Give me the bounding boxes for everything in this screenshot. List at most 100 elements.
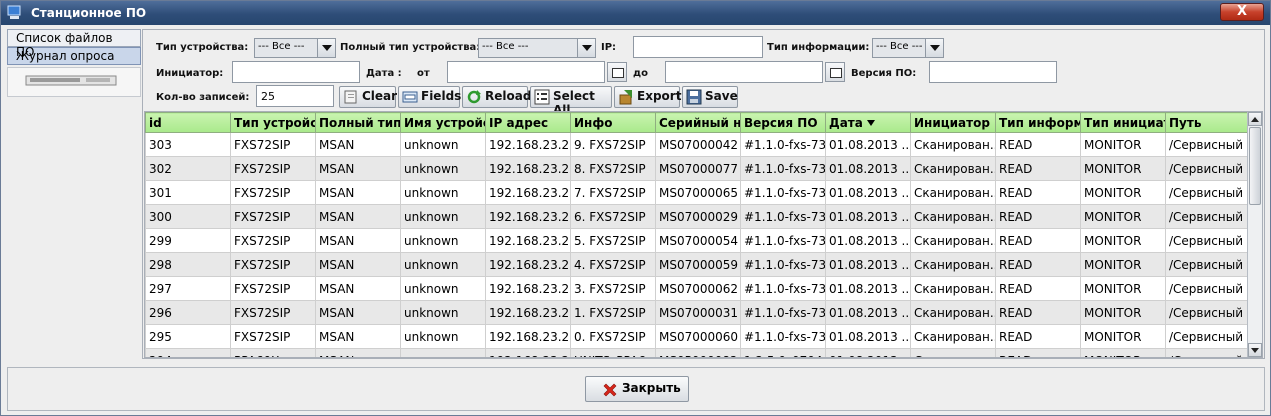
table-row[interactable]: 294PPA60XMSAN 192.168.23.2...UNITS_PPA6..… (145, 348, 1249, 357)
column-header[interactable]: Путь (1165, 112, 1249, 133)
date-from-input[interactable] (447, 61, 605, 83)
reload-button[interactable]: Reload (462, 86, 531, 108)
ip-input[interactable] (633, 36, 763, 58)
column-header[interactable]: Инициатор (910, 112, 996, 133)
table-cell: 192.168.23.2... (485, 156, 571, 181)
version-label: Версия ПО: (851, 68, 917, 79)
table-cell: Сканирован... (910, 300, 996, 325)
table-cell: 01.08.2013 ... (825, 180, 911, 205)
column-header-label: Версия ПО (744, 115, 818, 130)
initiator-input[interactable] (232, 61, 360, 83)
select-all-button[interactable]: Select All (530, 86, 612, 117)
vertical-scrollbar[interactable] (1247, 112, 1262, 357)
table-cell: 302 (145, 156, 231, 181)
column-header[interactable]: IP адрес (485, 112, 571, 133)
column-header[interactable]: id (145, 112, 231, 133)
table-cell: 01.08.2013 ... (825, 252, 911, 277)
clear-button[interactable]: Clear (339, 86, 397, 108)
date-to-input[interactable] (665, 61, 823, 83)
table-cell: /Сервисный ... (1165, 156, 1249, 181)
tab-software-files[interactable]: Список файлов ПО (7, 29, 141, 59)
table-cell: #1.1.0-fxs-73... (740, 252, 826, 277)
table-cell: 01.08.2013 ... (825, 348, 911, 357)
table-cell: Сканирован... (910, 180, 996, 205)
title-bar[interactable]: Станционное ПО X (1, 1, 1270, 25)
table-cell: READ (995, 300, 1081, 325)
table-row[interactable]: 303FXS72SIPMSANunknown192.168.23.2...9. … (145, 132, 1249, 157)
table-row[interactable]: 297FXS72SIPMSANunknown192.168.23.2...3. … (145, 276, 1249, 301)
table-cell: 01.08.2013 ... (825, 228, 911, 253)
info-type-select[interactable]: --- Все --- (872, 38, 944, 58)
initiator-label: Инициатор: (156, 68, 224, 79)
poll-log-table[interactable]: id Тип устройс... Полный тип...Имя устройс… (144, 111, 1263, 358)
table-cell: MSAN (315, 156, 401, 181)
calendar-from-icon[interactable] (607, 62, 627, 82)
date-label: Дата : (366, 68, 402, 79)
table-row[interactable]: 302FXS72SIPMSANunknown192.168.23.2...8. … (145, 156, 1249, 181)
column-header[interactable]: Тип устройс... (230, 112, 316, 133)
table-cell: #1.1.0-fxs-73... (740, 324, 826, 349)
table-row[interactable]: 298FXS72SIPMSANunknown192.168.23.2...4. … (145, 252, 1249, 277)
column-header-label: Инфо (574, 115, 613, 130)
column-header[interactable]: Полный тип... (315, 112, 401, 133)
table-cell: MONITOR (1080, 252, 1166, 277)
table-cell: 192.168.23.2... (485, 276, 571, 301)
table-cell: MONITOR (1080, 228, 1166, 253)
table-cell: FXS72SIP (230, 228, 316, 253)
column-header-label: id (149, 115, 162, 130)
save-button[interactable]: Save (682, 86, 738, 108)
table-cell: 192.168.23.2... (485, 132, 571, 157)
window-close-button[interactable]: X (1220, 3, 1264, 21)
version-input[interactable] (929, 61, 1057, 83)
fields-button[interactable]: Fields (398, 86, 461, 108)
table-cell: #1.1.0-fxs-73... (740, 156, 826, 181)
scroll-thumb[interactable] (1249, 127, 1261, 205)
table-row[interactable]: 299FXS72SIPMSANunknown192.168.23.2...5. … (145, 228, 1249, 253)
table-cell: /Сервисный ... (1165, 228, 1249, 253)
table-row[interactable]: 296FXS72SIPMSANunknown192.168.23.2...1. … (145, 300, 1249, 325)
export-icon (619, 90, 632, 105)
chevron-down-icon[interactable] (577, 39, 595, 57)
table-cell: Сканирован... (910, 156, 996, 181)
log-grid: id Тип устройс... Полный тип...Имя устройс… (145, 112, 1249, 357)
tab-poll-log[interactable]: Журнал опроса (7, 47, 141, 65)
chevron-down-icon[interactable] (317, 39, 335, 57)
calendar-to-icon[interactable] (825, 62, 845, 82)
device-type-select[interactable]: --- Все --- (254, 38, 336, 58)
table-cell: 295 (145, 324, 231, 349)
full-type-value: --- Все --- (482, 41, 529, 52)
scroll-up-icon[interactable] (1248, 112, 1262, 126)
column-header[interactable]: Тип информ... (995, 112, 1081, 133)
full-type-select[interactable]: --- Все --- (478, 38, 596, 58)
table-cell: /Сервисный ... (1165, 324, 1249, 349)
records-count-input[interactable] (256, 85, 334, 107)
table-row[interactable]: 301FXS72SIPMSANunknown192.168.23.2...7. … (145, 180, 1249, 205)
export-button[interactable]: Export (614, 86, 682, 108)
close-dialog-button[interactable]: Закрыть (585, 376, 689, 402)
table-cell: /Сервисный ... (1165, 252, 1249, 277)
scroll-down-icon[interactable] (1248, 343, 1262, 357)
column-header[interactable]: Имя устройс... (400, 112, 486, 133)
table-cell: MSAN (315, 204, 401, 229)
chevron-down-icon[interactable] (925, 39, 943, 57)
column-header[interactable]: Версия ПО (740, 112, 826, 133)
table-cell: MONITOR (1080, 324, 1166, 349)
table-cell: Сканирован... (910, 252, 996, 277)
table-cell: READ (995, 156, 1081, 181)
column-header[interactable]: Тип инициат... (1080, 112, 1166, 133)
table-row[interactable]: 295FXS72SIPMSANunknown192.168.23.2...0. … (145, 324, 1249, 349)
column-header[interactable]: Дата (825, 112, 911, 133)
table-cell: 6. FXS72SIP (570, 204, 656, 229)
table-cell: 192.168.23.2... (485, 180, 571, 205)
table-row[interactable]: 300FXS72SIPMSANunknown192.168.23.2...6. … (145, 204, 1249, 229)
column-header[interactable]: Инфо (570, 112, 656, 133)
table-cell: #1.1.0-fxs-73... (740, 228, 826, 253)
info-type-value: --- Все --- (876, 41, 923, 52)
table-cell: FXS72SIP (230, 252, 316, 277)
table-cell: MSAN (315, 324, 401, 349)
column-header[interactable]: Серийный н... (655, 112, 741, 133)
close-button-label: Закрыть (622, 381, 681, 395)
export-label: Export (637, 89, 682, 103)
table-cell: #1.1.0-fxs-73... (740, 132, 826, 157)
table-cell: Сканирован... (910, 348, 996, 357)
